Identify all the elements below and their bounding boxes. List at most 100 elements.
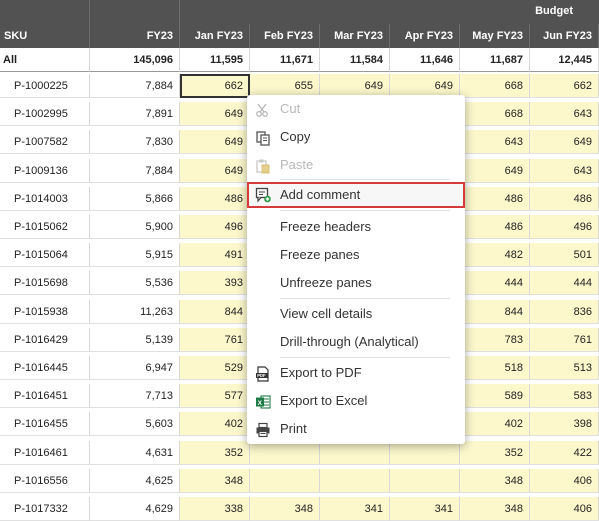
value-cell[interactable]: 402 xyxy=(180,412,250,437)
value-cell[interactable]: 844 xyxy=(180,299,250,324)
value-cell[interactable]: 7,884 xyxy=(90,158,180,183)
value-cell[interactable]: 649 xyxy=(180,130,250,155)
menu-item-view-cell-details[interactable]: View cell details xyxy=(247,301,465,327)
menu-item-export-to-pdf[interactable]: PDF Export to PDF xyxy=(247,360,465,386)
value-cell[interactable]: 352 xyxy=(460,440,530,465)
value-cell[interactable]: 643 xyxy=(530,102,599,127)
value-cell[interactable]: 352 xyxy=(180,440,250,465)
value-cell[interactable] xyxy=(320,468,390,493)
sku-cell[interactable]: P-1015062 xyxy=(0,215,90,239)
menu-item-drill-through-analytical[interactable]: Drill-through (Analytical) xyxy=(247,329,465,355)
value-cell[interactable]: 4,625 xyxy=(90,468,180,493)
value-cell[interactable]: 643 xyxy=(460,130,530,155)
value-cell[interactable]: 406 xyxy=(530,468,599,493)
value-cell[interactable]: 5,603 xyxy=(90,412,180,437)
value-cell[interactable]: 348 xyxy=(460,468,530,493)
value-cell[interactable]: 518 xyxy=(460,356,530,380)
sku-cell[interactable]: P-1016445 xyxy=(0,356,90,380)
value-cell[interactable] xyxy=(250,440,320,465)
value-cell[interactable]: 402 xyxy=(460,412,530,437)
value-cell[interactable]: 11,584 xyxy=(320,48,390,72)
menu-item-paste[interactable]: Paste xyxy=(247,152,465,178)
sku-cell[interactable]: P-1002995 xyxy=(0,102,90,127)
value-cell[interactable]: 761 xyxy=(530,327,599,352)
sku-cell[interactable]: P-1000225 xyxy=(0,74,90,98)
value-cell[interactable]: 11,687 xyxy=(460,48,530,72)
value-cell[interactable]: 649 xyxy=(180,102,250,127)
value-cell[interactable]: 496 xyxy=(530,215,599,239)
sku-cell[interactable]: P-1017332 xyxy=(0,497,90,521)
value-cell[interactable]: 5,866 xyxy=(90,186,180,211)
value-cell[interactable]: 4,631 xyxy=(90,440,180,465)
value-cell[interactable]: 406 xyxy=(530,497,599,521)
column-header-feb-fy23[interactable]: Feb FY23 xyxy=(250,24,320,48)
value-cell[interactable]: 496 xyxy=(180,215,250,239)
value-cell[interactable]: 338 xyxy=(180,497,250,521)
column-header-sku[interactable]: SKU xyxy=(0,24,90,48)
value-cell[interactable]: 643 xyxy=(530,158,599,183)
column-header-jan-fy23[interactable]: Jan FY23 xyxy=(180,24,250,48)
value-cell[interactable]: 668 xyxy=(460,74,530,98)
value-cell[interactable]: 501 xyxy=(530,243,599,268)
column-header-may-fy23[interactable]: May FY23 xyxy=(460,24,530,48)
value-cell[interactable]: 7,830 xyxy=(90,130,180,155)
value-cell[interactable]: 836 xyxy=(530,299,599,324)
sku-cell[interactable]: P-1015938 xyxy=(0,299,90,324)
value-cell[interactable]: 513 xyxy=(530,356,599,380)
sku-cell[interactable]: P-1009136 xyxy=(0,158,90,183)
value-cell[interactable]: 486 xyxy=(180,186,250,211)
menu-item-freeze-headers[interactable]: Freeze headers xyxy=(247,214,465,240)
value-cell[interactable]: 12,445 xyxy=(530,48,599,72)
value-cell[interactable]: 649 xyxy=(460,158,530,183)
value-cell[interactable]: 444 xyxy=(530,271,599,296)
value-cell[interactable]: 761 xyxy=(180,327,250,352)
value-cell[interactable]: 444 xyxy=(460,271,530,296)
value-cell[interactable]: 6,947 xyxy=(90,356,180,380)
sku-cell[interactable]: P-1016429 xyxy=(0,327,90,352)
value-cell[interactable]: 7,884 xyxy=(90,74,180,98)
value-cell[interactable]: 783 xyxy=(460,327,530,352)
sku-cell[interactable]: P-1016461 xyxy=(0,440,90,465)
menu-item-freeze-panes[interactable]: Freeze panes xyxy=(247,242,465,268)
value-cell[interactable]: 844 xyxy=(460,299,530,324)
value-cell[interactable]: 7,891 xyxy=(90,102,180,127)
value-cell[interactable]: 486 xyxy=(460,215,530,239)
value-cell[interactable]: 589 xyxy=(460,384,530,409)
value-cell[interactable]: 668 xyxy=(460,102,530,127)
value-cell[interactable]: 341 xyxy=(320,497,390,521)
value-cell[interactable]: 4,629 xyxy=(90,497,180,521)
value-cell[interactable]: 7,713 xyxy=(90,384,180,409)
value-cell[interactable]: 341 xyxy=(390,497,460,521)
value-cell[interactable] xyxy=(250,468,320,493)
value-cell[interactable]: 649 xyxy=(180,158,250,183)
value-cell[interactable] xyxy=(320,440,390,465)
value-cell[interactable]: 11,671 xyxy=(250,48,320,72)
menu-item-add-comment[interactable]: Add comment xyxy=(247,182,465,208)
menu-item-export-to-excel[interactable]: X Export to Excel xyxy=(247,388,465,414)
menu-item-copy[interactable]: Copy xyxy=(247,124,465,150)
value-cell[interactable]: 5,139 xyxy=(90,327,180,352)
menu-item-unfreeze-panes[interactable]: Unfreeze panes xyxy=(247,270,465,296)
value-cell[interactable]: 649 xyxy=(530,130,599,155)
value-cell[interactable] xyxy=(390,440,460,465)
value-cell[interactable]: 662 xyxy=(530,74,599,98)
column-header-apr-fy23[interactable]: Apr FY23 xyxy=(390,24,460,48)
sku-cell[interactable]: P-1016455 xyxy=(0,412,90,437)
value-cell[interactable]: 398 xyxy=(530,412,599,437)
sku-cell[interactable]: P-1015698 xyxy=(0,271,90,296)
sku-cell[interactable]: P-1016451 xyxy=(0,384,90,409)
value-cell[interactable]: 5,915 xyxy=(90,243,180,268)
value-cell[interactable]: 145,096 xyxy=(90,48,180,72)
value-cell[interactable]: 583 xyxy=(530,384,599,409)
value-cell[interactable]: 348 xyxy=(180,468,250,493)
value-cell[interactable]: 348 xyxy=(250,497,320,521)
sku-cell[interactable]: P-1016556 xyxy=(0,468,90,493)
value-cell[interactable]: 11,595 xyxy=(180,48,250,72)
sku-cell[interactable]: P-1015064 xyxy=(0,243,90,268)
column-header-fy23[interactable]: FY23 xyxy=(90,24,180,48)
sku-cell[interactable]: All xyxy=(0,48,90,72)
value-cell[interactable]: 662 xyxy=(180,74,250,98)
menu-item-print[interactable]: Print xyxy=(247,416,465,442)
value-cell[interactable]: 482 xyxy=(460,243,530,268)
value-cell[interactable]: 11,263 xyxy=(90,299,180,324)
